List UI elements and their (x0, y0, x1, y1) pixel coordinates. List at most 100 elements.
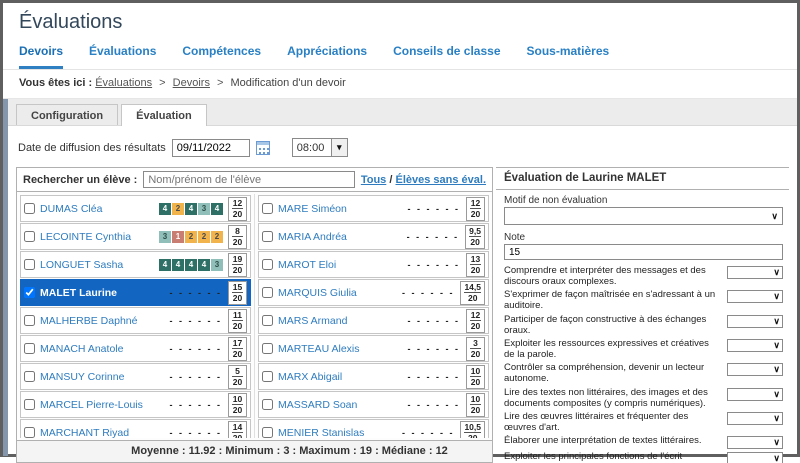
student-checkbox[interactable] (24, 287, 35, 298)
grade-fraction: 10,520 (460, 421, 485, 439)
student-name-link[interactable]: MARS Armand (278, 315, 403, 327)
student-row[interactable]: MARTEAU Alexis- - - - - -320 (258, 335, 489, 362)
nav-item-conseils[interactable]: Conseils de classe (393, 44, 500, 69)
competency-select[interactable]: ∨ (727, 436, 783, 449)
nav-item-evaluations[interactable]: Évaluations (89, 44, 156, 69)
student-row[interactable]: MARCEL Pierre-Louis- - - - - -1020 (20, 391, 251, 418)
student-checkbox[interactable] (24, 203, 35, 214)
student-name-link[interactable]: MENIER Stanislas (278, 427, 397, 439)
student-row[interactable]: MANACH Anatole- - - - - -1720 (20, 335, 251, 362)
main-panes: Rechercher un élève : Tous / Élèves sans… (16, 167, 789, 463)
student-name-link[interactable]: MARX Abigail (278, 371, 403, 383)
student-row[interactable]: MARX Abigail- - - - - -1020 (258, 363, 489, 390)
student-checkbox[interactable] (24, 259, 35, 270)
student-row[interactable]: LONGUET Sasha444431920 (20, 251, 251, 278)
student-row[interactable]: MANSUY Corinne- - - - - -520 (20, 363, 251, 390)
diffusion-time-value[interactable]: 08:00 (292, 138, 332, 157)
filter-link-tous[interactable]: Tous (361, 174, 386, 186)
student-checkbox[interactable] (262, 399, 273, 410)
student-checkbox[interactable] (262, 259, 273, 270)
student-row[interactable]: MALET Laurine- - - - - -1520 (20, 279, 251, 306)
student-checkbox[interactable] (262, 371, 273, 382)
diffusion-date-input[interactable] (172, 139, 250, 157)
nav-item-competences[interactable]: Compétences (182, 44, 261, 69)
evaluation-panel-title: Évaluation de Laurine MALET (496, 168, 789, 190)
student-name-link[interactable]: MARTEAU Alexis (278, 343, 403, 355)
student-row[interactable]: MASSARD Soan- - - - - -1020 (258, 391, 489, 418)
student-checkbox[interactable] (262, 315, 273, 326)
student-checkbox[interactable] (262, 343, 273, 354)
grade-fraction: 1420 (228, 421, 247, 439)
student-checkbox[interactable] (24, 315, 35, 326)
student-checkbox[interactable] (24, 427, 35, 438)
diffusion-date-label: Date de diffusion des résultats (18, 142, 166, 154)
breadcrumb-link-evaluations[interactable]: Évaluations (95, 77, 152, 89)
search-input[interactable] (143, 171, 354, 188)
student-name-link[interactable]: MAROT Eloi (278, 259, 403, 271)
student-name-link[interactable]: DUMAS Cléa (40, 203, 154, 215)
student-checkbox[interactable] (262, 287, 273, 298)
competency-square: 4 (198, 259, 210, 271)
student-name-link[interactable]: MARE Siméon (278, 203, 403, 215)
competency-select[interactable]: ∨ (727, 412, 783, 425)
student-checkbox[interactable] (24, 371, 35, 382)
competency-select[interactable]: ∨ (727, 315, 783, 328)
competency-select[interactable]: ∨ (727, 363, 783, 376)
filter-link-sans-eval[interactable]: Élèves sans éval. (395, 174, 486, 186)
no-eval-dashes: - - - - - - (408, 344, 460, 354)
student-row[interactable]: MARIA Andréa- - - - - -9,520 (258, 223, 489, 250)
student-checkbox[interactable] (262, 203, 273, 214)
note-label: Note (504, 232, 783, 243)
competency-select[interactable]: ∨ (727, 290, 783, 303)
motif-select[interactable]: ∨ (504, 207, 783, 225)
student-row[interactable]: MARE Siméon- - - - - -1220 (258, 195, 489, 222)
competency-marks: - - - - - - (408, 400, 462, 410)
competency-select[interactable]: ∨ (727, 339, 783, 352)
time-dropdown-button[interactable]: ▾ (332, 138, 348, 157)
student-name-link[interactable]: MARIA Andréa (278, 231, 402, 243)
calendar-icon[interactable] (256, 141, 270, 155)
student-row[interactable]: MALHERBE Daphné- - - - - -1120 (20, 307, 251, 334)
student-row[interactable]: MARCHANT Riyad- - - - - -1420 (20, 419, 251, 438)
student-name-link[interactable]: MARCHANT Riyad (40, 427, 165, 439)
student-name-link[interactable]: LONGUET Sasha (40, 259, 154, 271)
competency-select[interactable]: ∨ (727, 388, 783, 401)
student-name-link[interactable]: MASSARD Soan (278, 399, 403, 411)
competency-select[interactable]: ∨ (727, 452, 783, 463)
competency-marks: - - - - - - (170, 400, 224, 410)
no-eval-dashes: - - - - - - (402, 428, 454, 438)
student-row[interactable]: DUMAS Cléa424341220 (20, 195, 251, 222)
student-row[interactable]: MARQUIS Giulia- - - - - -14,520 (258, 279, 489, 306)
student-row[interactable]: LECOINTE Cynthia31222820 (20, 223, 251, 250)
student-name-link[interactable]: MALHERBE Daphné (40, 315, 165, 327)
tab-configuration[interactable]: Configuration (16, 104, 118, 125)
student-row[interactable]: MENIER Stanislas - - - - - - 10,520 (258, 419, 489, 438)
grade-fraction: 1320 (466, 253, 485, 277)
student-name-link[interactable]: MARQUIS Giulia (278, 287, 397, 299)
student-name-link[interactable]: LECOINTE Cynthia (40, 231, 154, 243)
competency-square: 2 (198, 231, 210, 243)
student-checkbox[interactable] (24, 231, 35, 242)
competency-marks: - - - - - - (408, 344, 462, 354)
student-name-link[interactable]: MANACH Anatole (40, 343, 165, 355)
tab-evaluation[interactable]: Évaluation (121, 104, 207, 126)
nav-item-appreciations[interactable]: Appréciations (287, 44, 367, 69)
note-input[interactable] (504, 244, 783, 260)
student-checkbox[interactable] (262, 427, 273, 438)
student-checkbox[interactable] (24, 343, 35, 354)
student-row[interactable]: MAROT Eloi- - - - - -1320 (258, 251, 489, 278)
search-row: Rechercher un élève : Tous / Élèves sans… (17, 168, 492, 192)
no-eval-dashes: - - - - - - (170, 372, 222, 382)
breadcrumb-link-devoirs[interactable]: Devoirs (173, 77, 210, 89)
student-name-link[interactable]: MANSUY Corinne (40, 371, 165, 383)
filter-links: Tous / Élèves sans éval. (361, 174, 486, 186)
competency-row: Exploiter les ressources expressives et … (504, 339, 783, 361)
student-name-link[interactable]: MARCEL Pierre-Louis (40, 399, 165, 411)
nav-item-sous-matieres[interactable]: Sous-matières (527, 44, 610, 69)
student-row[interactable]: MARS Armand- - - - - -1220 (258, 307, 489, 334)
student-checkbox[interactable] (262, 231, 273, 242)
competency-select[interactable]: ∨ (727, 266, 783, 279)
student-checkbox[interactable] (24, 399, 35, 410)
student-name-link[interactable]: MALET Laurine (40, 287, 165, 299)
nav-item-devoirs[interactable]: Devoirs (19, 44, 63, 69)
